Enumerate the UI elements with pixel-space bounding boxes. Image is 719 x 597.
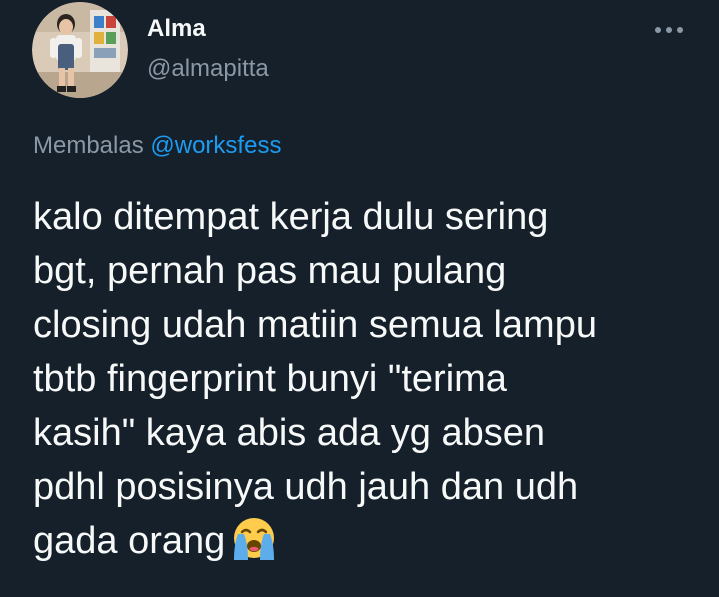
display-name[interactable]: Alma xyxy=(147,14,206,44)
reply-mention-link[interactable]: @worksfess xyxy=(150,132,281,159)
tweet-text-line: closing udah matiin semua lampu xyxy=(33,304,597,346)
username-handle[interactable]: @almapitta xyxy=(147,54,269,84)
more-options-button[interactable] xyxy=(648,16,690,44)
tweet-text-line: pdhl posisinya udh jauh dan udh xyxy=(33,466,579,508)
tweet: Alma @almapitta Membalas @worksfess kalo… xyxy=(0,0,719,597)
more-horizontal-icon xyxy=(655,27,683,33)
replying-to: Membalas @worksfess xyxy=(33,131,281,161)
tweet-text-line: tbtb fingerprint bunyi "terima xyxy=(33,358,507,400)
loudly-crying-face-emoji xyxy=(234,518,275,560)
tweet-text-line: gada orang xyxy=(33,520,226,562)
tweet-text: kalo ditempat kerja dulu sering bgt, per… xyxy=(33,190,713,568)
tweet-text-last-line: gada orang xyxy=(33,514,713,568)
tweet-text-line: kalo ditempat kerja dulu sering xyxy=(33,196,549,238)
tweet-text-line: kasih" kaya abis ada yg absen xyxy=(33,412,546,454)
avatar-photo xyxy=(32,2,128,98)
tweet-text-line: bgt, pernah pas mau pulang xyxy=(33,250,507,292)
avatar[interactable] xyxy=(32,2,128,98)
replying-to-label: Membalas xyxy=(33,132,144,159)
